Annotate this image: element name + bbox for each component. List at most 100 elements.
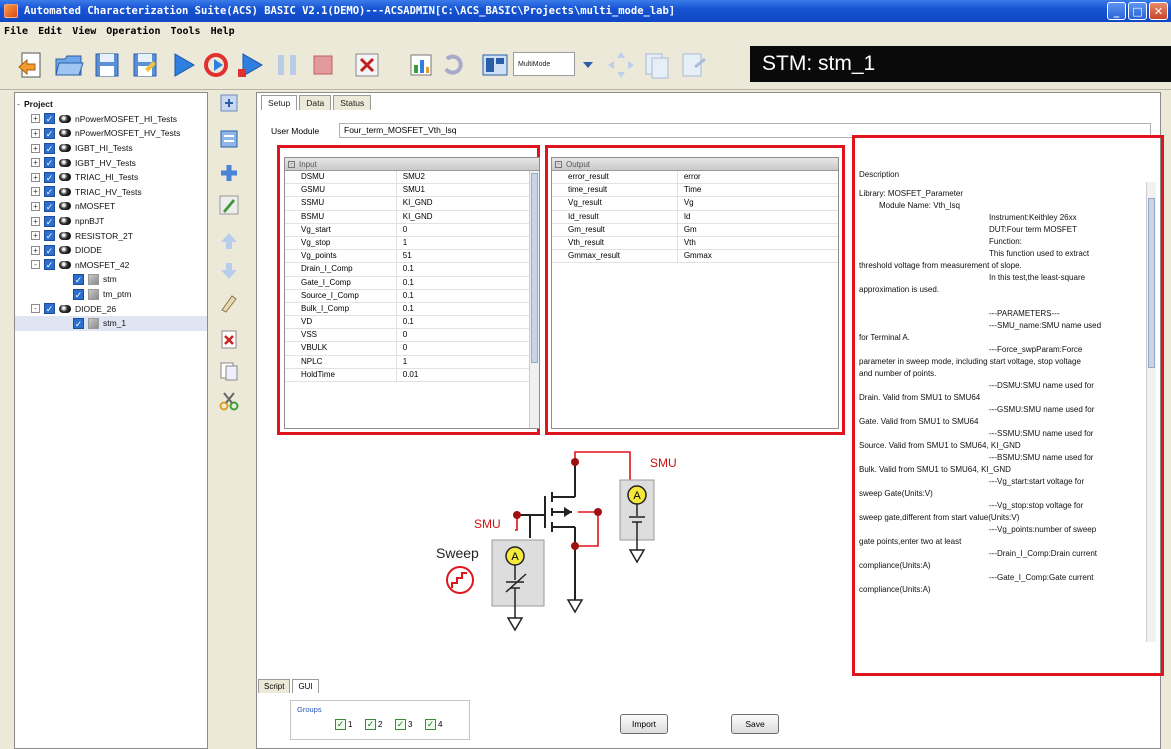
copy-button[interactable] [640, 48, 674, 82]
parameter-value[interactable]: 0 [397, 329, 539, 341]
tree-node-item[interactable]: + ✓ npnBJT [15, 214, 207, 229]
expand-icon[interactable]: + [31, 187, 40, 197]
tree-leaf-item[interactable]: ✓ tm_ptm [15, 287, 207, 302]
tree-node-item[interactable]: + ✓ nPowerMOSFET_HV_Tests [15, 126, 207, 141]
move-down-button[interactable] [218, 260, 240, 282]
run-button[interactable] [166, 48, 200, 82]
rename-button[interactable] [218, 292, 240, 314]
group-2-checkbox[interactable]: ✓ 2 [365, 719, 382, 730]
tree-node-item[interactable]: + ✓ nPowerMOSFET_HI_Tests [15, 112, 207, 127]
parameter-value[interactable]: Vg [678, 197, 838, 209]
tab-status[interactable]: Status [333, 95, 372, 110]
tree-checkbox[interactable]: ✓ [44, 200, 55, 212]
input-grid-scrollbar[interactable] [529, 171, 539, 428]
tab-data[interactable]: Data [299, 95, 332, 110]
tree-node-item[interactable]: + ✓ IGBT_HV_Tests [15, 155, 207, 170]
grid-row[interactable]: time_result Time [552, 184, 838, 198]
tree-checkbox[interactable]: ✓ [73, 273, 84, 285]
grid-row[interactable]: Vth_result Vth [552, 236, 838, 251]
tree-checkbox[interactable]: ✓ [44, 230, 55, 242]
minimize-button[interactable]: _ [1107, 2, 1126, 20]
delete-button[interactable] [218, 328, 240, 350]
parameter-value[interactable]: 1 [397, 237, 539, 249]
tab-setup[interactable]: Setup [261, 95, 298, 110]
move-button[interactable] [604, 48, 638, 82]
grid-row[interactable]: GSMU SMU1 [285, 184, 539, 198]
grid-row[interactable]: HoldTime 0.01 [285, 368, 539, 382]
tree-node-item[interactable]: + ✓ nMOSFET [15, 199, 207, 214]
menu-help[interactable]: Help [211, 26, 235, 37]
mode-select[interactable]: MultiMode [513, 52, 575, 76]
parameter-value[interactable]: KI_GND [397, 211, 539, 223]
pause-button[interactable] [270, 48, 304, 82]
run-continuous-button[interactable] [200, 48, 234, 82]
parameter-value[interactable]: 51 [397, 250, 539, 262]
expand-icon[interactable]: + [31, 143, 40, 153]
import-button[interactable]: Import [620, 714, 668, 734]
grid-row[interactable]: Vg_start 0 [285, 223, 539, 237]
collapse-icon[interactable]: - [31, 260, 40, 270]
new-project-button[interactable] [14, 48, 48, 82]
tree-checkbox[interactable]: ✓ [44, 215, 55, 227]
grid-row[interactable]: NPLC 1 [285, 355, 539, 369]
parameter-value[interactable]: Gm [678, 224, 838, 236]
save-button[interactable] [90, 48, 124, 82]
move-up-button[interactable] [218, 230, 240, 252]
grid-row[interactable]: SSMU KI_GND [285, 197, 539, 211]
tree-root[interactable]: - Project [15, 97, 207, 112]
tree-node-item[interactable]: + ✓ DIODE [15, 243, 207, 258]
tree-node-item[interactable]: + ✓ IGBT_HI_Tests [15, 141, 207, 156]
parameter-value[interactable]: 1 [397, 356, 539, 368]
tree-checkbox[interactable]: ✓ [44, 142, 55, 154]
grid-row[interactable]: Gm_result Gm [552, 223, 838, 237]
cut-button[interactable] [218, 390, 240, 412]
tree-leaf-item[interactable]: ✓ stm [15, 272, 207, 287]
tab-script[interactable]: Script [258, 679, 291, 693]
tree-checkbox[interactable]: ✓ [44, 157, 55, 169]
parameter-value[interactable]: 0 [397, 224, 539, 236]
paste-button[interactable] [676, 48, 710, 82]
grid-row[interactable]: VSS 0 [285, 329, 539, 343]
tree-node-item[interactable]: - ✓ DIODE_26 [15, 301, 207, 316]
tree-checkbox[interactable]: ✓ [44, 127, 55, 139]
save-setup-button[interactable]: Save [731, 714, 779, 734]
grid-row[interactable]: Drain_I_Comp 0.1 [285, 263, 539, 277]
menu-view[interactable]: View [72, 26, 96, 37]
parameter-value[interactable]: Gmmax [678, 250, 838, 262]
menu-tools[interactable]: Tools [170, 26, 200, 37]
expand-icon[interactable]: + [31, 128, 40, 138]
close-button[interactable]: ✕ [1149, 2, 1168, 20]
tree-checkbox[interactable]: ✓ [44, 186, 55, 198]
expand-icon[interactable]: + [31, 158, 40, 168]
grid-row[interactable]: Gate_I_Comp 0.1 [285, 276, 539, 290]
tree-checkbox[interactable]: ✓ [44, 303, 55, 315]
tree-checkbox[interactable]: ✓ [73, 317, 84, 329]
menu-operation[interactable]: Operation [106, 26, 160, 37]
group-1-checkbox[interactable]: ✓ 1 [335, 719, 352, 730]
expand-all-button[interactable] [218, 92, 240, 114]
scroll-thumb[interactable] [531, 173, 538, 363]
group-3-checkbox[interactable]: ✓ 3 [395, 719, 412, 730]
grid-row[interactable]: error_result error [552, 171, 838, 185]
report-button[interactable] [404, 48, 438, 82]
project-tree[interactable]: - Project + ✓ nPowerMOSFET_HI_Tests + ✓ nPowe… [14, 92, 208, 749]
grid-row[interactable]: Vg_points 51 [285, 250, 539, 264]
copy-item-button[interactable] [218, 360, 240, 382]
parameter-value[interactable]: error [678, 171, 838, 183]
tree-checkbox[interactable]: ✓ [44, 113, 55, 125]
expand-icon[interactable]: + [31, 201, 40, 211]
run-selected-button[interactable] [234, 48, 268, 82]
edit-item-button[interactable] [218, 194, 240, 216]
parameter-value[interactable]: SMU1 [397, 184, 539, 196]
grid-row[interactable]: Gmmax_result Gmmax [552, 250, 838, 264]
parameter-value[interactable]: 0.1 [397, 277, 539, 289]
abort-button[interactable] [350, 48, 384, 82]
input-grid[interactable]: - Input DSMU SMU2 GSMU SMU1 SSMU KI_GND BSMU KI… [284, 157, 540, 429]
grid-row[interactable]: DSMU SMU2 [285, 171, 539, 185]
expand-icon[interactable]: + [31, 114, 40, 124]
parameter-value[interactable]: 0.1 [397, 316, 539, 328]
save-as-button[interactable] [128, 48, 162, 82]
parameter-value[interactable]: SMU2 [397, 171, 539, 183]
collapse-icon[interactable]: - [555, 160, 562, 168]
parameter-value[interactable]: Id [678, 211, 838, 223]
